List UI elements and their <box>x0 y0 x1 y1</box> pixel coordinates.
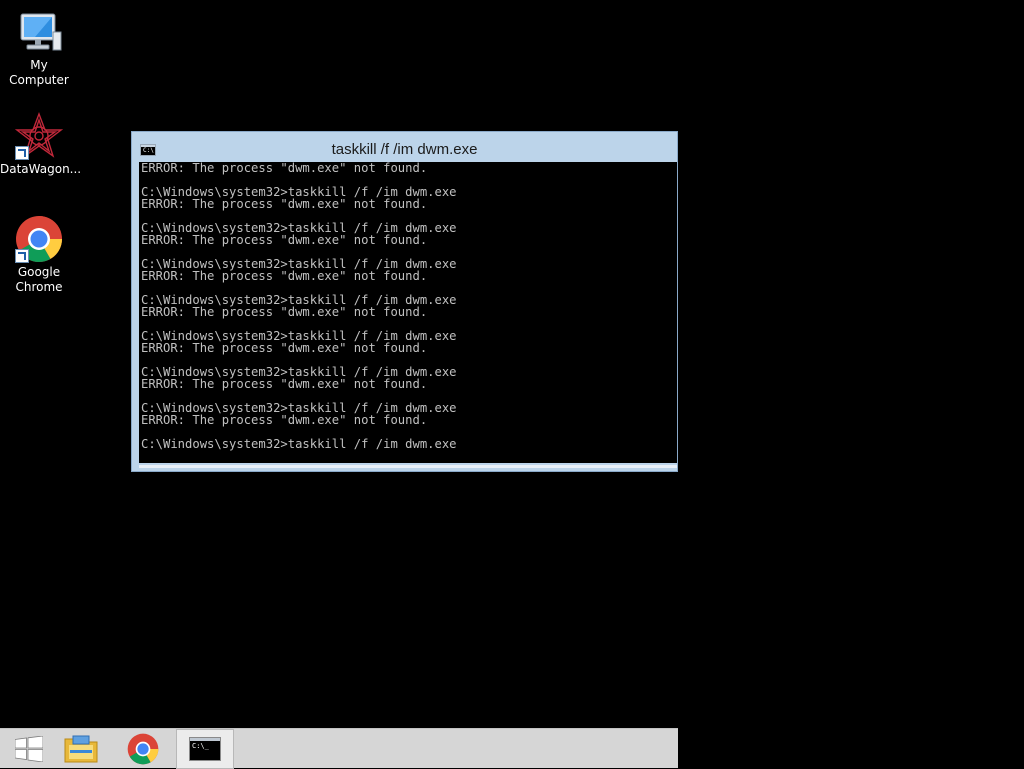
chrome-icon <box>15 215 63 263</box>
console-line: ERROR: The process "dwm.exe" not found. <box>141 269 428 283</box>
console-line: ERROR: The process "dwm.exe" not found. <box>141 305 428 319</box>
console-line: ERROR: The process "dwm.exe" not found. <box>141 377 428 391</box>
console-line: ERROR: The process "dwm.exe" not found. <box>141 162 428 175</box>
shortcut-arrow-icon <box>15 146 29 160</box>
datawagon-icon <box>14 112 64 160</box>
window-titlebar[interactable]: C:\ taskkill /f /im dwm.exe <box>132 132 677 162</box>
desktop-icon-my-computer[interactable]: My Computer <box>0 8 78 88</box>
start-button[interactable] <box>0 729 58 769</box>
command-prompt-window[interactable]: C:\ taskkill /f /im dwm.exe ERROR: The p… <box>131 131 678 472</box>
console-output[interactable]: ERROR: The process "dwm.exe" not found. … <box>139 162 677 463</box>
desktop-icon-label-line1: Google <box>17 265 61 279</box>
console-line: C:\Windows\system32>taskkill /f /im dwm.… <box>141 437 457 451</box>
command-prompt-icon: C:\_ <box>189 737 221 761</box>
taskbar-file-explorer[interactable] <box>52 729 110 769</box>
desktop-icon-label-line2: Chrome <box>15 280 63 294</box>
taskbar-command-prompt[interactable]: C:\_ <box>176 729 234 769</box>
chrome-icon <box>127 733 159 765</box>
icon-text: C:\_ <box>192 742 209 750</box>
console-line: ERROR: The process "dwm.exe" not found. <box>141 341 428 355</box>
desktop-icon-label: DataWagon... <box>0 162 82 176</box>
desktop-icon-datawagon[interactable]: DataWagon... <box>0 112 82 177</box>
taskbar: C:\_ <box>0 728 678 769</box>
console-line: ERROR: The process "dwm.exe" not found. <box>141 197 428 211</box>
file-explorer-icon <box>64 735 98 763</box>
window-title: taskkill /f /im dwm.exe <box>331 141 478 158</box>
window-bottom-edge <box>139 465 677 468</box>
computer-icon <box>15 8 63 56</box>
desktop-icon-google-chrome[interactable]: Google Chrome <box>0 215 78 295</box>
console-line: ERROR: The process "dwm.exe" not found. <box>141 233 428 247</box>
console-lines: ERROR: The process "dwm.exe" not found. … <box>139 162 677 450</box>
console-line: ERROR: The process "dwm.exe" not found. <box>141 413 428 427</box>
windows-start-icon <box>15 736 43 762</box>
taskbar-chrome[interactable] <box>114 729 172 769</box>
desktop-icon-label: My Computer <box>9 58 69 87</box>
shortcut-arrow-icon <box>15 249 29 263</box>
